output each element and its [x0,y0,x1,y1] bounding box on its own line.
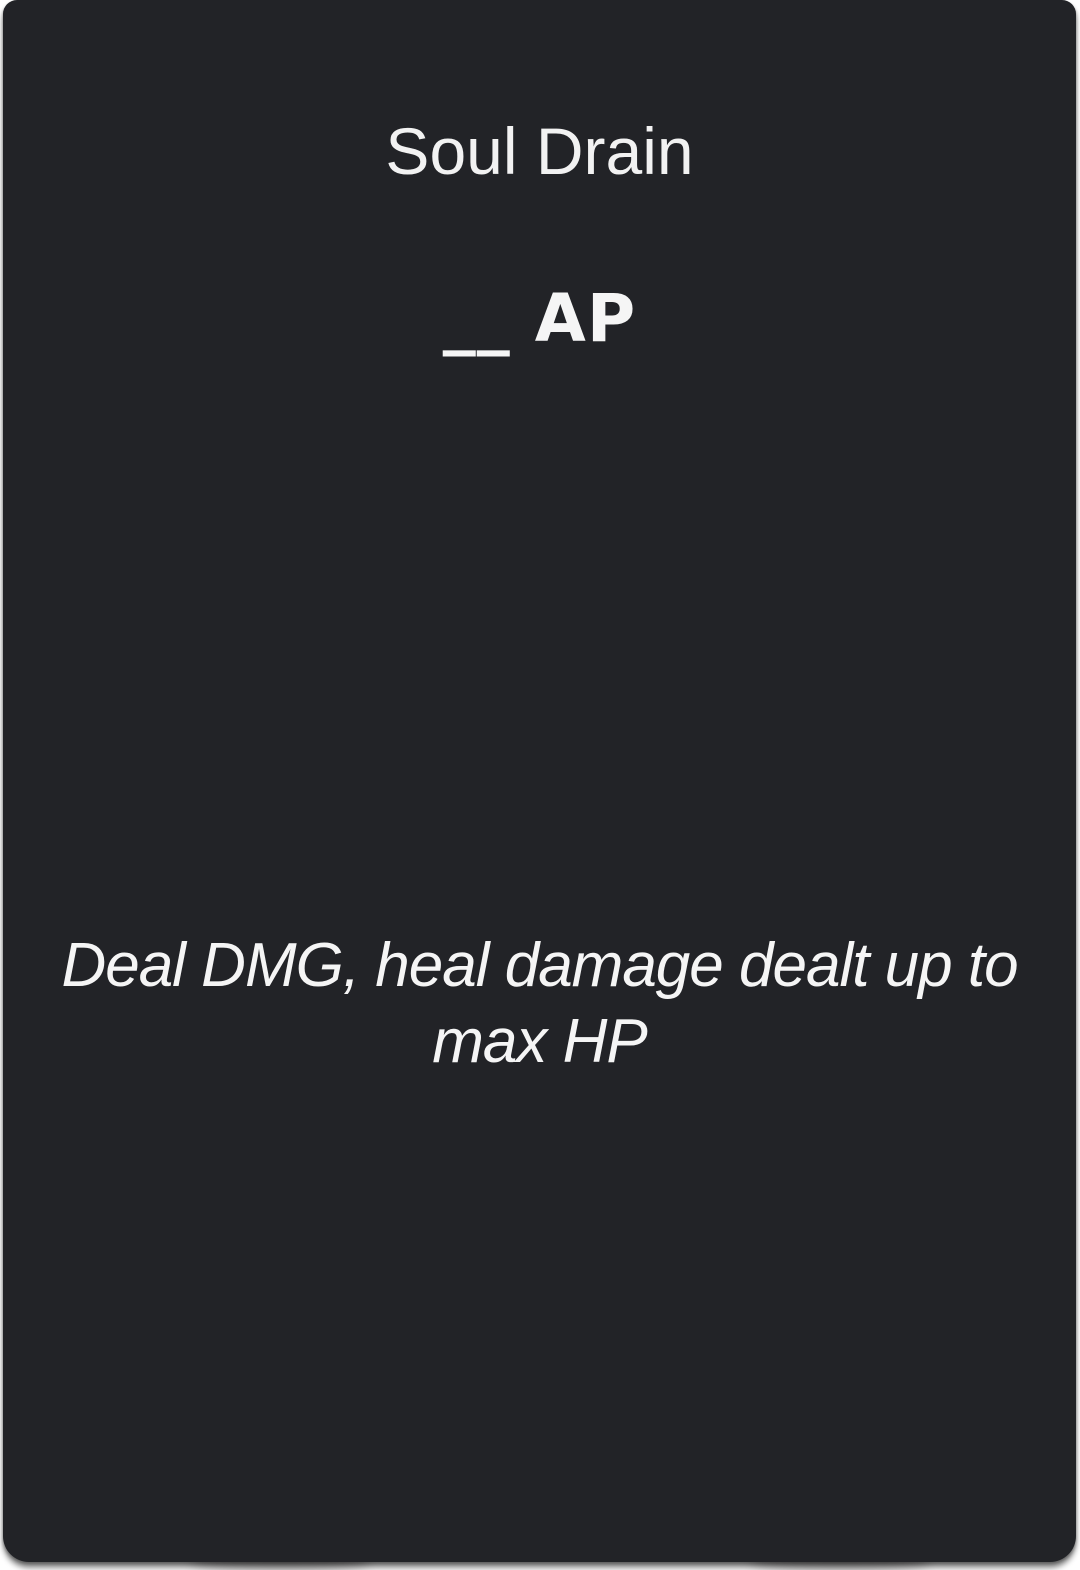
card-description: Deal DMG, heal damage dealt up to max HP [61,931,1018,1076]
ability-card[interactable]: Soul Drain __ AP Deal DMG, heal damage d… [3,0,1076,1562]
card-ap-cost: __ AP [442,280,637,357]
card-title: Soul Drain [385,114,694,188]
